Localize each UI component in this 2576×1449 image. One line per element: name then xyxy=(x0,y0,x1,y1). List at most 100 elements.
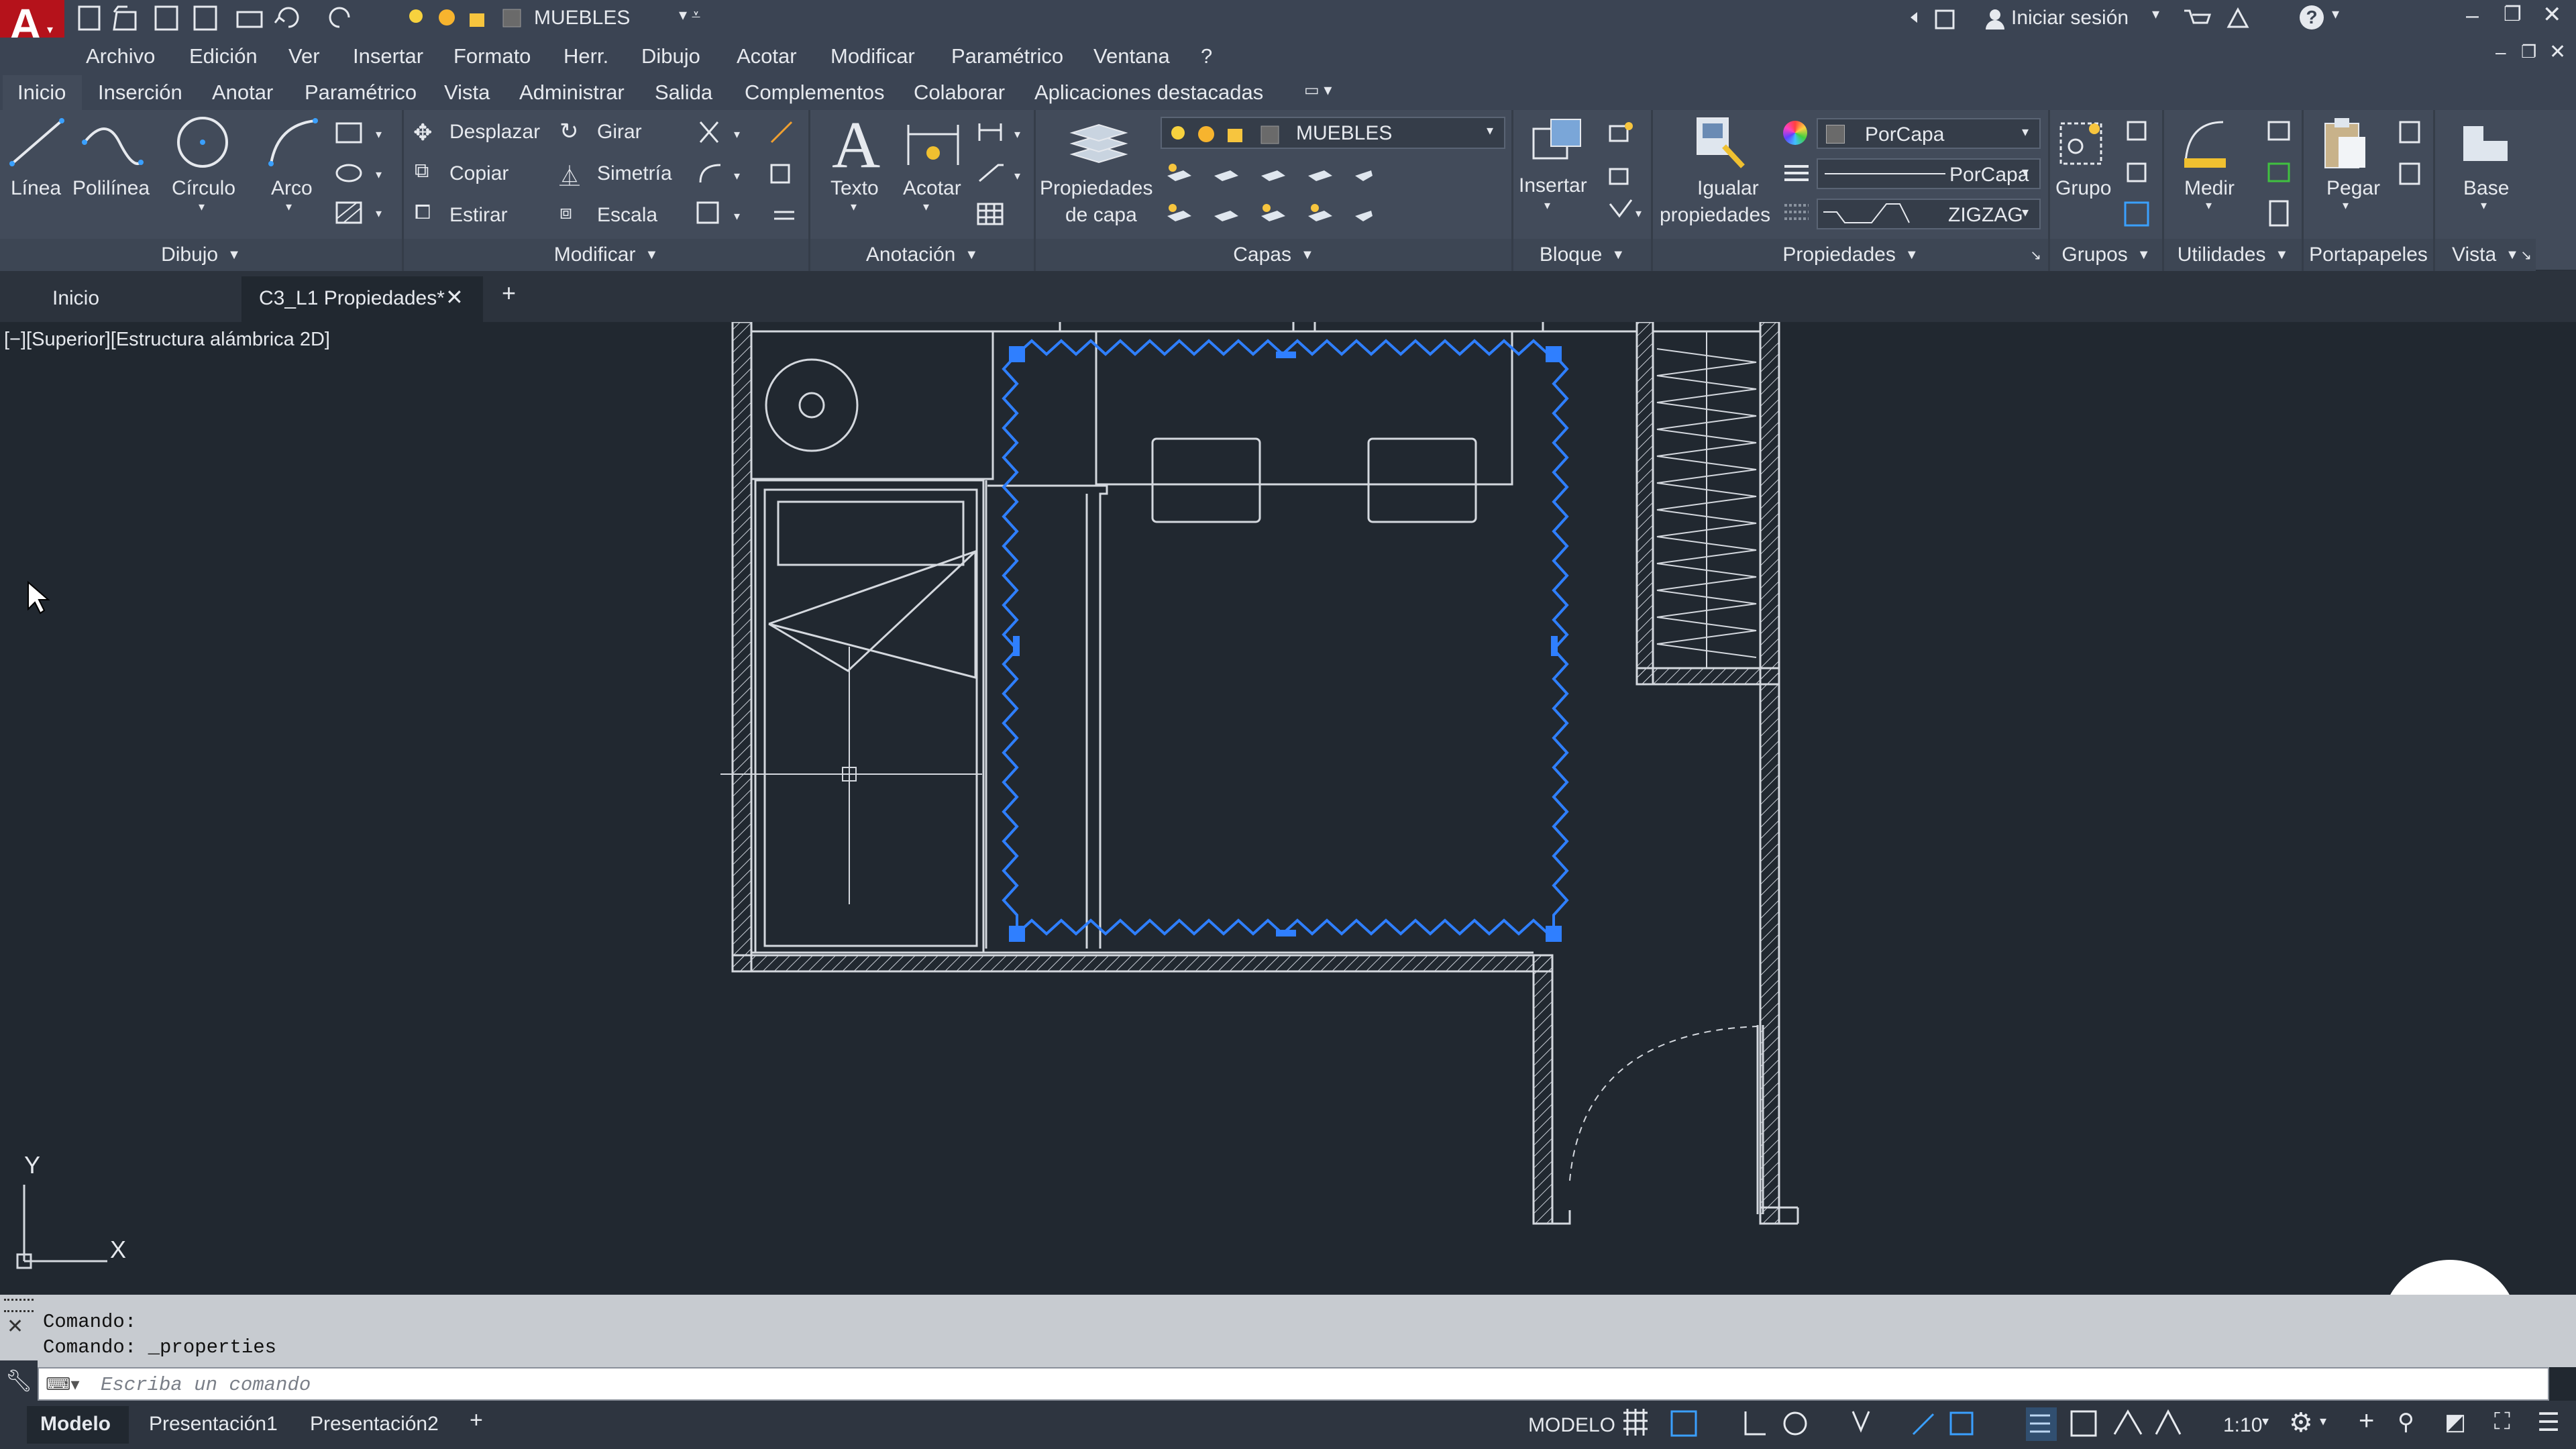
measure-button[interactable]: Medir xyxy=(2184,177,2235,200)
ribbon-toggle-button[interactable]: ▭ ▾ xyxy=(1304,80,1347,99)
tab-start[interactable]: Inicio xyxy=(27,276,241,318)
portapapeles-group-footer[interactable]: Portapapeles xyxy=(2304,239,2433,271)
qa-layer-name[interactable]: MUEBLES xyxy=(534,7,630,30)
qa-layer-dropdown-icon[interactable]: ▾ ⩡ xyxy=(679,5,700,25)
menu-parametrico[interactable]: Paramétrico xyxy=(951,44,1063,68)
annotation-tools[interactable]: ▾ ▾ xyxy=(974,117,1032,231)
layout-tab-presentacion2[interactable]: Presentación2 xyxy=(310,1413,439,1436)
close-tab-icon[interactable]: ✕ xyxy=(445,284,464,310)
dibujo-group-footer[interactable]: Dibujo ▼ xyxy=(0,239,402,271)
tab-drawing-active[interactable]: C3_L1 Propiedades* ✕ xyxy=(241,276,483,322)
command-close-icon[interactable]: ✕ xyxy=(7,1315,23,1338)
arc-button[interactable]: Arco xyxy=(271,177,313,200)
insert-button[interactable]: Insertar xyxy=(1519,174,1587,197)
layer-properties-button-line2[interactable]: de capa xyxy=(1065,204,1137,227)
linetype-dropdown[interactable]: PorCapa ▾ xyxy=(1817,158,2041,189)
measure-icon[interactable] xyxy=(2179,115,2233,172)
model-space-toggle[interactable]: MODELO xyxy=(1528,1414,1615,1437)
menu-dibujo[interactable]: Dibujo xyxy=(641,44,700,68)
doc-close-button[interactable]: ✕ xyxy=(2549,40,2566,64)
bloque-group-footer[interactable]: Bloque ▼ xyxy=(1513,239,1651,271)
move-button[interactable]: Desplazar xyxy=(449,121,540,144)
tab-parametrico[interactable]: Paramétrico xyxy=(305,80,417,105)
hatch-icon[interactable]: ▾ xyxy=(334,199,394,228)
base-view-button[interactable]: Base xyxy=(2463,177,2509,200)
modificar-group-footer[interactable]: Modificar ▼ xyxy=(404,239,808,271)
insert-block-icon[interactable] xyxy=(1527,115,1587,169)
menu-insertar[interactable]: Insertar xyxy=(353,44,423,68)
polyline-icon[interactable] xyxy=(79,115,146,169)
ellipse-icon[interactable]: ▾ xyxy=(334,160,394,189)
menu-help[interactable]: ? xyxy=(1201,44,1212,68)
menu-acotar[interactable]: Acotar xyxy=(737,44,797,68)
group-button[interactable]: Grupo xyxy=(2055,177,2111,200)
tab-inicio[interactable]: Inicio xyxy=(17,80,66,105)
tab-colaborar[interactable]: Colaborar xyxy=(914,80,1005,105)
propiedades-group-footer[interactable]: Propiedades ▼ ↘ xyxy=(1653,239,2048,271)
rectangle-icon[interactable]: ▾ xyxy=(334,119,394,149)
tab-insercion[interactable]: Inserción xyxy=(98,80,182,105)
menu-modificar[interactable]: Modificar xyxy=(830,44,915,68)
customize-icon[interactable]: 🔧︎ xyxy=(0,1360,38,1401)
match-properties-icon[interactable] xyxy=(1690,113,1751,173)
mirror-button[interactable]: Simetría xyxy=(597,162,672,185)
menu-ver[interactable]: Ver xyxy=(288,44,320,68)
base-view-icon[interactable] xyxy=(2459,121,2513,168)
command-prompt-icon[interactable]: ⌨▾ xyxy=(46,1374,80,1395)
workspace-gear-icon[interactable]: ⚙ xyxy=(2289,1407,2313,1438)
signin-dropdown-icon[interactable]: ▾ xyxy=(2152,5,2159,23)
floor-plan-drawing[interactable] xyxy=(0,322,2576,1295)
tab-administrar[interactable]: Administrar xyxy=(519,80,625,105)
modify-tools[interactable]: ▾ ▾ ▾ xyxy=(691,115,805,229)
tab-vista[interactable]: Vista xyxy=(444,80,490,105)
paste-icon[interactable] xyxy=(2321,115,2368,172)
circle-icon[interactable] xyxy=(173,114,233,170)
block-tools[interactable]: ▾ xyxy=(1605,117,1652,231)
menu-herr[interactable]: Herr. xyxy=(564,44,608,68)
text-button[interactable]: Texto xyxy=(830,177,879,200)
color-dropdown[interactable]: PorCapa ▾ xyxy=(1817,118,2041,149)
rotate-button[interactable]: Girar xyxy=(597,121,642,144)
group-icon[interactable] xyxy=(2057,117,2110,170)
capas-group-footer[interactable]: Capas ▼ xyxy=(1036,239,1511,271)
match-properties-button-line2[interactable]: propiedades xyxy=(1660,204,1770,227)
match-properties-button[interactable]: Igualar xyxy=(1697,177,1759,200)
help-dropdown-icon[interactable]: ▾ xyxy=(2332,5,2339,23)
annotation-scale[interactable]: 1:10 xyxy=(2223,1414,2262,1437)
tab-salida[interactable]: Salida xyxy=(655,80,712,105)
menu-archivo[interactable]: Archivo xyxy=(86,44,155,68)
line-icon[interactable] xyxy=(7,115,67,169)
utilidades-group-footer[interactable]: Utilidades ▼ xyxy=(2164,239,2302,271)
minimize-button[interactable]: – xyxy=(2466,3,2479,29)
scale-dropdown-icon[interactable]: ▾ xyxy=(2262,1413,2269,1430)
tab-aplicaciones[interactable]: Aplicaciones destacadas xyxy=(1034,80,1263,105)
new-layout-button[interactable]: + xyxy=(470,1407,483,1434)
new-tab-button[interactable]: + xyxy=(502,279,516,307)
status-toggles[interactable] xyxy=(1618,1405,2242,1445)
dimension-icon[interactable] xyxy=(904,118,962,172)
polyline-button[interactable]: Polilínea xyxy=(72,177,150,200)
color-wheel-icon[interactable] xyxy=(1783,121,1807,145)
annotation-monitor-icon[interactable]: + xyxy=(2359,1406,2374,1436)
vista-group-footer[interactable]: Vista ▼ ↘ xyxy=(2435,239,2536,271)
command-grip-icon[interactable] xyxy=(4,1299,34,1312)
layer-tools[interactable] xyxy=(1159,158,1374,232)
text-icon[interactable]: A xyxy=(832,106,880,183)
titlebar-tools[interactable] xyxy=(2180,4,2301,34)
dimension-button[interactable]: Acotar xyxy=(903,177,961,200)
scale-button[interactable]: Escala xyxy=(597,204,657,227)
lineweight-dropdown[interactable]: ZIGZAG ▾ xyxy=(1817,199,2041,229)
clipboard-tools[interactable] xyxy=(2396,117,2430,191)
menu-edicion[interactable]: Edición xyxy=(189,44,258,68)
close-button[interactable]: ✕ xyxy=(2542,1,2562,28)
tab-complementos[interactable]: Complementos xyxy=(745,80,884,105)
arc-icon[interactable] xyxy=(264,115,321,172)
doc-minimize-button[interactable]: – xyxy=(2496,42,2506,63)
utility-tools[interactable] xyxy=(2265,117,2298,231)
layout-tab-model[interactable]: Modelo xyxy=(27,1406,129,1444)
help-icon[interactable]: ? xyxy=(2300,5,2324,30)
line-button[interactable]: Línea xyxy=(11,177,61,200)
menu-formato[interactable]: Formato xyxy=(453,44,531,68)
signin-link[interactable]: Iniciar sesión xyxy=(2011,7,2129,30)
anotacion-group-footer[interactable]: Anotación ▼ xyxy=(810,239,1034,271)
